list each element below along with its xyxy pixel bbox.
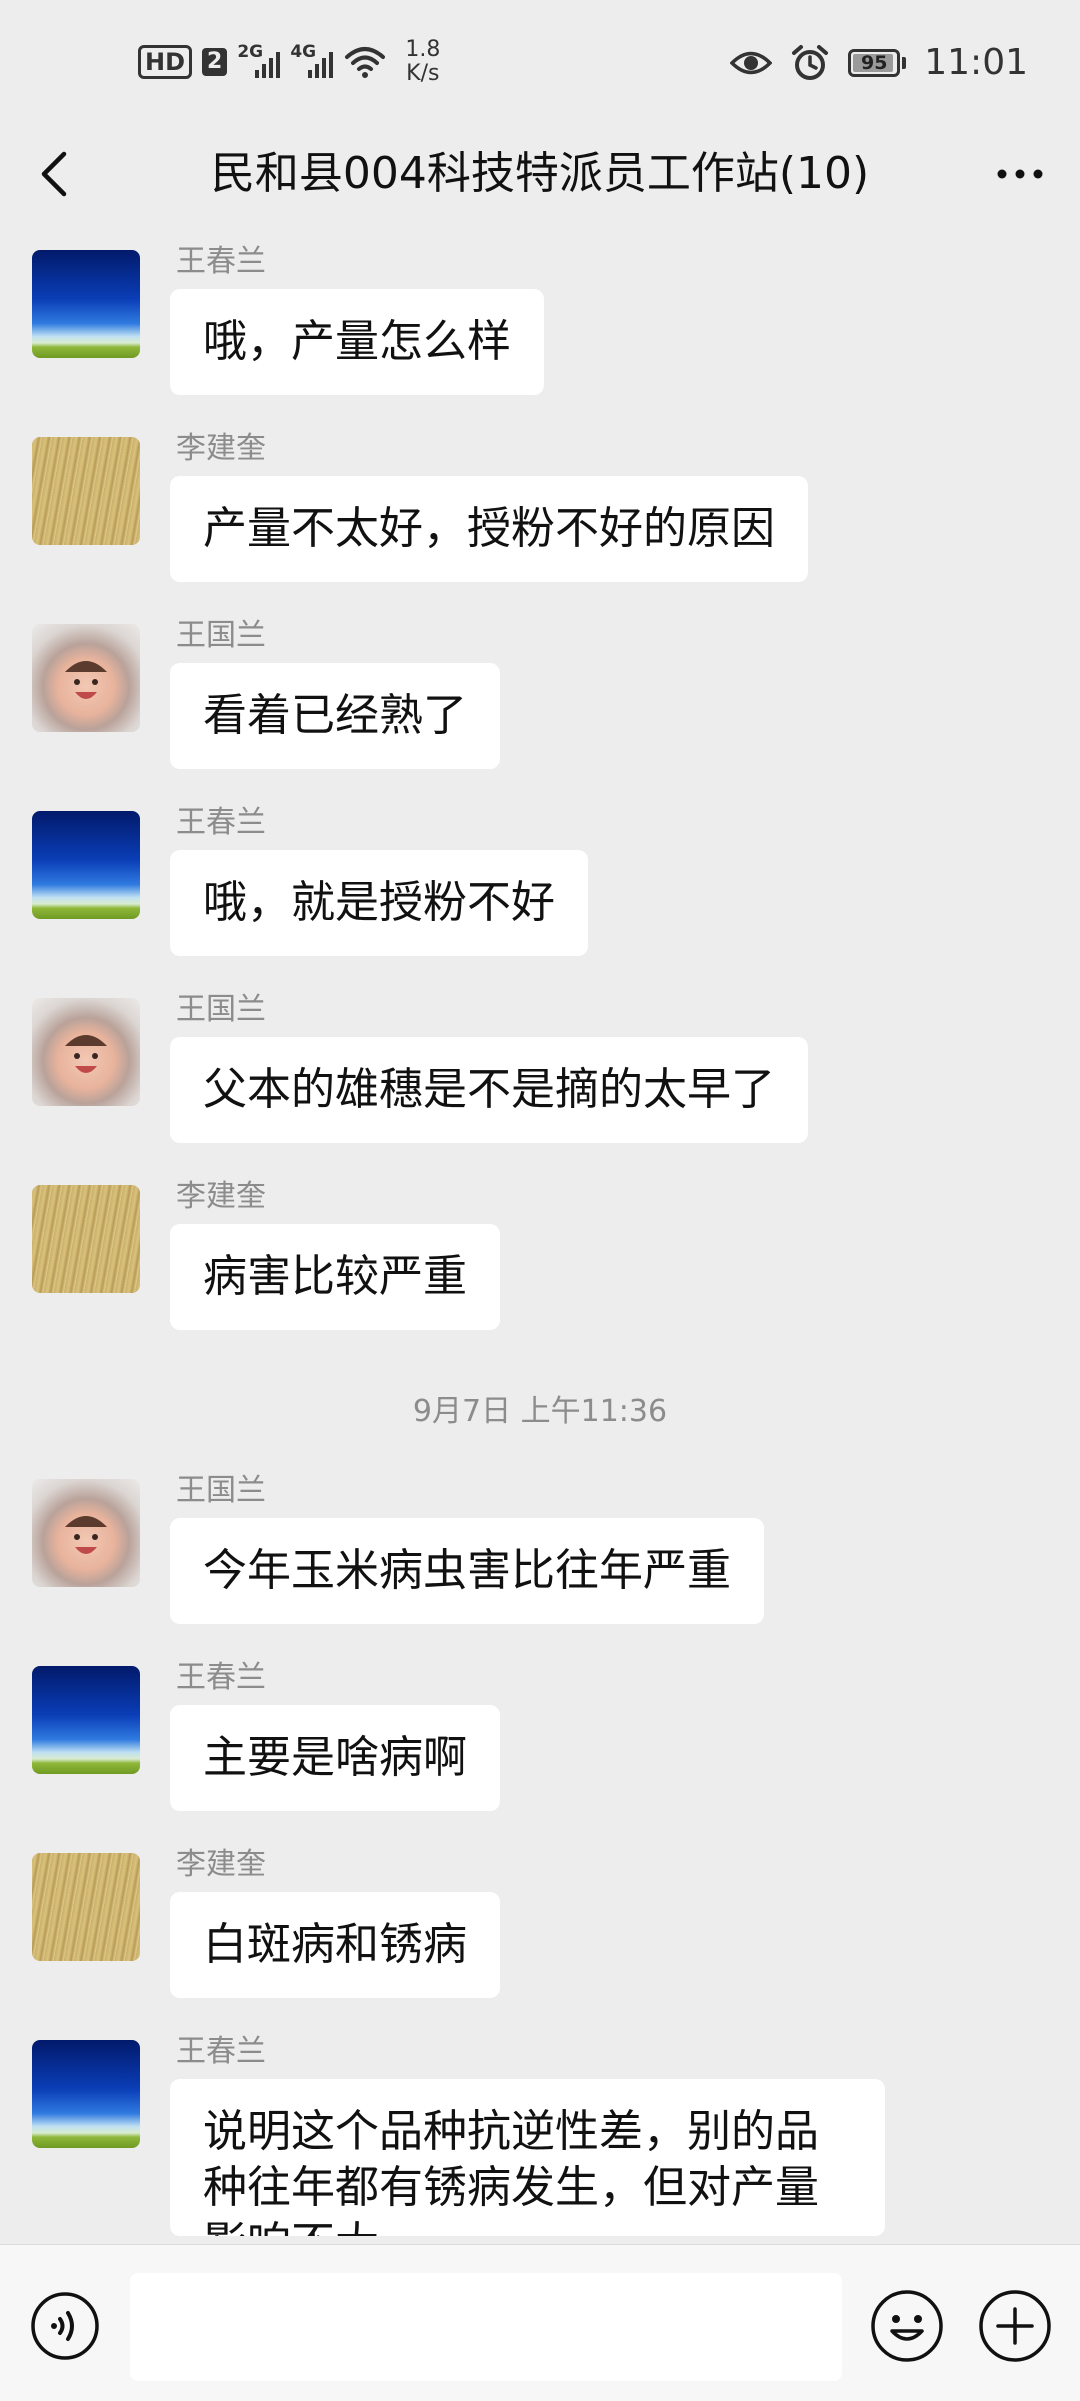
message-input[interactable] bbox=[130, 2273, 842, 2381]
speed-unit: K/s bbox=[406, 61, 440, 86]
network-speed: 1.8 K/s bbox=[405, 38, 440, 86]
message-bubble[interactable]: 哦，就是授粉不好 bbox=[170, 850, 588, 956]
sender-name: 王国兰 bbox=[176, 1473, 266, 1508]
sender-name: 李建奎 bbox=[176, 1179, 266, 1214]
wheat-avatar[interactable] bbox=[32, 437, 140, 545]
message-bubble[interactable]: 哦，产量怎么样 bbox=[170, 289, 544, 395]
time-divider: 9月7日 上午11:36 bbox=[412, 1394, 668, 1429]
baby-avatar[interactable] bbox=[32, 998, 140, 1106]
plus-icon[interactable] bbox=[978, 2289, 1052, 2363]
message-bubble[interactable]: 说明这个品种抗逆性差，别的品种往年都有锈病发生，但对产量影响不大 bbox=[170, 2079, 885, 2236]
sim-badge: 2 bbox=[202, 48, 228, 76]
message-list[interactable]: 王春兰 哦，产量怎么样 李建奎 产量不太好，授粉不好的原因 王国兰 看着已经熟了… bbox=[0, 238, 1080, 2244]
sender-name: 王春兰 bbox=[176, 1660, 266, 1695]
status-bar: HD 2 2G 4G 1.8 K/s 95 11:01 bbox=[0, 0, 1080, 120]
battery-percent: 95 bbox=[861, 51, 888, 74]
status-left: HD 2 2G 4G 1.8 K/s bbox=[138, 38, 440, 86]
sender-name: 王国兰 bbox=[176, 618, 266, 653]
message-bubble[interactable]: 白斑病和锈病 bbox=[170, 1892, 500, 1998]
sender-name: 王春兰 bbox=[176, 244, 266, 279]
sender-name: 王春兰 bbox=[176, 2034, 266, 2069]
sender-name: 王春兰 bbox=[176, 805, 266, 840]
emoji-icon[interactable] bbox=[870, 2289, 944, 2363]
message-bubble[interactable]: 今年玉米病虫害比往年严重 bbox=[170, 1518, 764, 1624]
more-dots-icon[interactable] bbox=[990, 144, 1050, 204]
speed-value: 1.8 bbox=[405, 37, 441, 62]
alarm-icon bbox=[792, 44, 829, 80]
wifi-icon bbox=[345, 47, 386, 78]
status-time: 11:01 bbox=[924, 42, 1028, 83]
message-bubble[interactable]: 产量不太好，授粉不好的原因 bbox=[170, 476, 808, 582]
sender-name: 王国兰 bbox=[176, 992, 266, 1027]
status-right: 95 11:01 bbox=[730, 42, 1028, 83]
network-2g-label: 2G bbox=[237, 42, 264, 62]
network-4g-label: 4G bbox=[290, 42, 317, 62]
sky-avatar[interactable] bbox=[32, 1666, 140, 1774]
signal-2g-icon: 2G bbox=[237, 42, 281, 78]
wheat-avatar[interactable] bbox=[32, 1853, 140, 1961]
message-bubble[interactable]: 病害比较严重 bbox=[170, 1224, 500, 1330]
baby-avatar[interactable] bbox=[32, 624, 140, 732]
input-bar bbox=[0, 2244, 1080, 2401]
wheat-avatar[interactable] bbox=[32, 1185, 140, 1293]
hd-badge: HD bbox=[138, 45, 193, 79]
sky-avatar[interactable] bbox=[32, 2040, 140, 2148]
eye-icon bbox=[730, 51, 773, 74]
battery-icon: 95 bbox=[848, 48, 907, 77]
voice-icon[interactable] bbox=[30, 2291, 100, 2361]
sky-avatar[interactable] bbox=[32, 811, 140, 919]
message-bubble[interactable]: 看着已经熟了 bbox=[170, 663, 500, 769]
baby-avatar[interactable] bbox=[32, 1479, 140, 1587]
signal-4g-icon: 4G bbox=[290, 42, 334, 78]
message-bubble[interactable]: 父本的雄穗是不是摘的太早了 bbox=[170, 1037, 808, 1143]
sender-name: 李建奎 bbox=[176, 431, 266, 466]
sky-avatar[interactable] bbox=[32, 250, 140, 358]
chat-header: 民和县004科技特派员工作站(10) bbox=[0, 120, 1080, 238]
sender-name: 李建奎 bbox=[176, 1847, 266, 1882]
chat-title: 民和县004科技特派员工作站(10) bbox=[210, 148, 870, 199]
message-bubble[interactable]: 主要是啥病啊 bbox=[170, 1705, 500, 1811]
